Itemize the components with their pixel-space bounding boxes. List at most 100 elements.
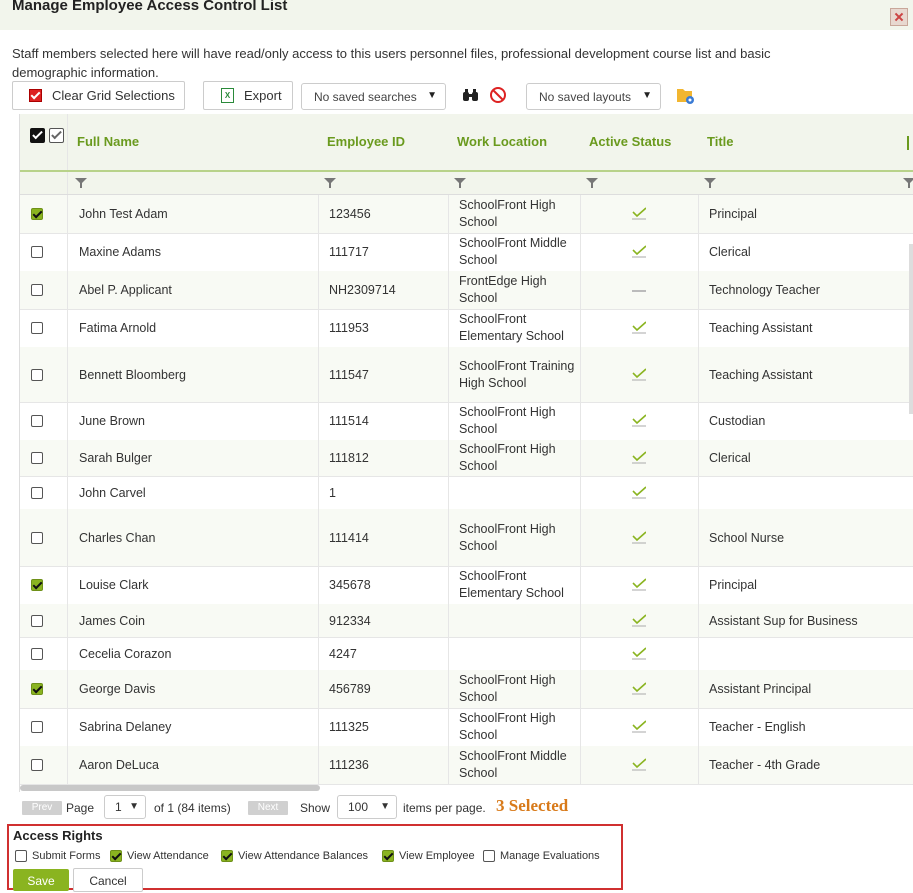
row-checkbox[interactable] [31,452,43,464]
table-row[interactable]: George Davis 456789 SchoolFront High Schoo… [20,670,913,709]
column-separator [580,347,581,402]
table-row[interactable]: Fatima Arnold 111953 SchoolFront Elementar… [20,309,913,348]
prev-button[interactable]: Prev [22,801,62,815]
row-checkbox[interactable] [31,647,43,660]
column-separator [67,309,68,347]
access-right-checkbox[interactable] [15,850,27,862]
clear-checkbox-icon [29,89,42,102]
vertical-scrollbar[interactable] [909,244,913,414]
column-separator [580,604,581,637]
row-checkbox[interactable] [31,759,43,771]
table-row[interactable]: Maxine Adams 111717 SchoolFront Middle Sch… [20,233,913,272]
table-row[interactable]: Sarah Bulger 111812 SchoolFront High Schoo… [20,440,913,477]
filter-icon[interactable] [454,178,466,188]
clear-grid-button[interactable]: Clear Grid Selections [12,81,185,110]
column-separator [448,402,449,440]
binoculars-icon[interactable] [462,88,479,102]
row-checkbox[interactable] [31,486,43,499]
column-separator [698,509,699,566]
access-right-option[interactable]: Manage Evaluations [483,850,600,862]
filter-icon[interactable] [586,178,598,188]
access-right-checkbox[interactable] [483,850,495,862]
page-count-text: of 1 (84 items) [154,801,231,815]
row-checkbox[interactable] [31,683,43,695]
save-button[interactable]: Save [13,869,69,891]
select-page-checkbox[interactable] [49,128,64,143]
row-checkbox[interactable] [31,614,43,627]
cell-employee-id: 4247 [329,646,357,661]
table-row[interactable]: Louise Clark 345678 SchoolFront Elementary… [20,566,913,605]
column-separator [448,637,449,670]
cell-full-name: Sarah Bulger [79,451,152,465]
column-active-status[interactable]: Active Status [589,134,671,149]
cell-employee-id: 111717 [329,245,369,259]
table-row[interactable]: Aaron DeLuca 111236 SchoolFront Middle Sch… [20,746,913,785]
row-checkbox[interactable] [31,208,43,220]
row-checkbox[interactable] [31,579,43,591]
table-row[interactable]: Cecelia Corazon 4247 [20,637,913,671]
grid-header: Full Name Employee ID Work Location Acti… [20,114,913,172]
row-checkbox[interactable] [31,322,43,334]
row-checkbox[interactable] [31,721,43,733]
check-icon [632,613,646,626]
page-select[interactable]: 1 ▼ [104,795,146,819]
folder-gear-icon[interactable] [676,86,696,106]
column-title[interactable]: Title [707,134,734,149]
table-row[interactable]: Sabrina Delaney 111325 SchoolFront High Sc… [20,708,913,747]
export-button[interactable]: X Export [203,81,293,110]
access-right-checkbox[interactable] [221,850,233,862]
access-right-checkbox[interactable] [382,850,394,862]
filter-icon[interactable] [75,178,87,188]
saved-layouts-select[interactable]: No saved layouts ▼ [526,83,661,110]
filter-row [20,172,913,195]
table-row[interactable]: John Test Adam 123456 SchoolFront High Sch… [20,195,913,234]
column-separator [67,746,68,784]
table-row[interactable]: Bennett Bloomberg 111547 SchoolFront Train… [20,347,913,403]
column-separator [67,670,68,708]
column-full-name[interactable]: Full Name [77,134,139,149]
horizontal-scrollbar[interactable] [20,785,320,791]
access-right-checkbox[interactable] [110,850,122,862]
row-checkbox[interactable] [31,531,43,544]
cell-full-name: Maxine Adams [79,245,161,259]
table-row[interactable]: June Brown 111514 SchoolFront High School C… [20,402,913,441]
table-row[interactable]: James Coin 912334 Assistant Sup for Busine… [20,604,913,638]
cell-full-name: Fatima Arnold [79,321,157,335]
filter-icon[interactable] [903,178,913,188]
close-icon[interactable] [890,8,908,26]
table-row[interactable]: John Carvel 1 [20,476,913,510]
access-rights-title: Access Rights [13,828,103,843]
access-right-option[interactable]: View Employee [382,850,475,862]
table-row[interactable]: Abel P. Applicant NH2309714 FrontEdge High… [20,271,913,310]
column-employee-id[interactable]: Employee ID [327,134,405,149]
no-entry-icon[interactable] [489,86,507,104]
dialog-title: Manage Employee Access Control List [12,0,288,14]
cell-title: Clerical [709,451,751,465]
table-row[interactable]: Charles Chan 111414 SchoolFront High Schoo… [20,509,913,567]
cell-work-location: SchoolFront High School [459,521,556,553]
cancel-button[interactable]: Cancel [73,868,143,892]
cell-employee-id: 345678 [329,578,371,592]
column-separator [448,309,449,347]
row-checkbox[interactable] [31,415,43,427]
select-all-checkbox[interactable] [30,128,45,143]
filter-icon[interactable] [704,178,716,188]
row-checkbox[interactable] [31,368,43,381]
row-checkbox[interactable] [31,246,43,258]
access-right-option[interactable]: View Attendance [110,850,209,862]
filter-icon[interactable] [324,178,336,188]
row-checkbox[interactable] [31,284,43,296]
column-work-location[interactable]: Work Location [457,134,547,149]
column-separator [318,670,319,708]
next-button[interactable]: Next [248,801,288,815]
check-icon [632,485,646,498]
page-size-select[interactable]: 100 ▼ [337,795,397,819]
cell-employee-id: 1 [329,485,336,500]
access-right-option[interactable]: Submit Forms [15,850,100,862]
cell-title: Custodian [709,414,766,428]
column-separator [698,670,699,708]
saved-searches-select[interactable]: No saved searches ▼ [301,83,446,110]
column-separator [580,746,581,784]
access-right-option[interactable]: View Attendance Balances [221,850,368,862]
dialog-titlebar: Manage Employee Access Control List [0,0,913,30]
